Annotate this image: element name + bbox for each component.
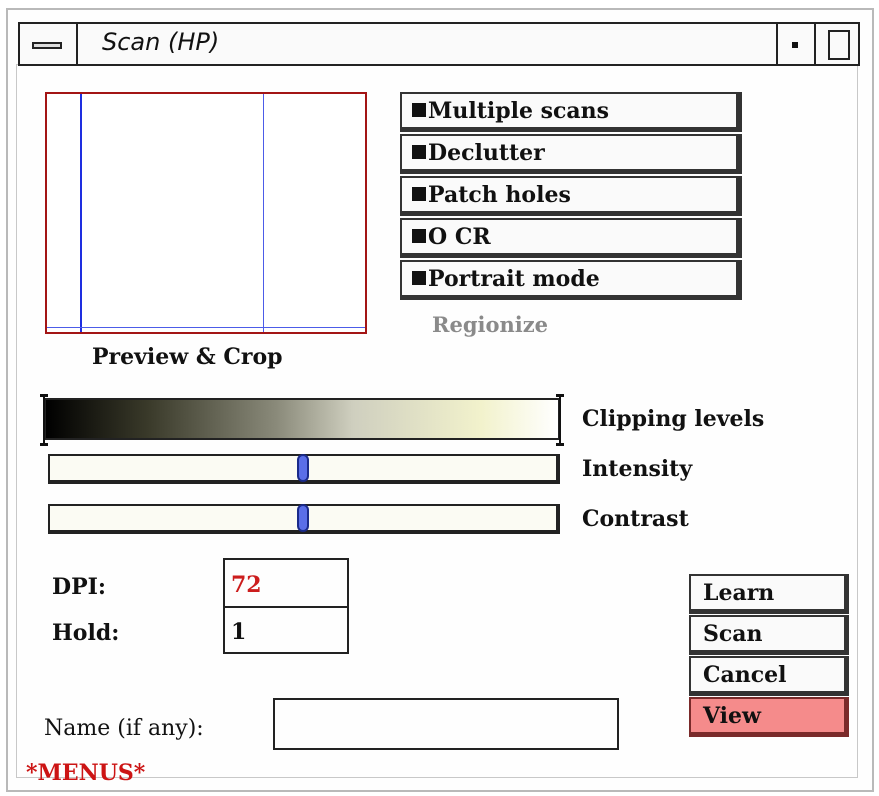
window-menu-button[interactable] <box>20 24 78 64</box>
clipping-levels-bar[interactable] <box>40 394 564 446</box>
name-label: Name (if any): <box>44 716 204 741</box>
intensity-slider-thumb[interactable] <box>297 454 309 482</box>
minimize-icon <box>792 42 798 48</box>
checkbox-icon <box>412 271 426 285</box>
clip-low-handle[interactable] <box>40 394 48 446</box>
intensity-slider[interactable] <box>48 454 560 484</box>
crop-right-line[interactable] <box>263 94 264 332</box>
scan-button[interactable]: Scan <box>689 615 849 655</box>
clip-high-handle[interactable] <box>556 394 564 446</box>
maximize-icon <box>828 30 850 60</box>
crop-left-line[interactable] <box>80 94 82 332</box>
dpi-label: DPI: <box>52 574 107 600</box>
option-label: Multiple scans <box>428 98 610 124</box>
checkbox-icon <box>412 103 426 117</box>
crop-bottom-line[interactable] <box>47 327 365 328</box>
contrast-label: Contrast <box>582 506 689 532</box>
option-multiple-scans[interactable]: Multiple scans <box>400 92 742 132</box>
checkbox-icon <box>412 145 426 159</box>
learn-button[interactable]: Learn <box>689 574 849 614</box>
title-bar[interactable]: Scan (HP) <box>18 22 860 66</box>
dpi-field[interactable]: 72 <box>223 558 349 608</box>
checkbox-icon <box>412 229 426 243</box>
option-label: O CR <box>428 224 491 250</box>
window-menu-icon <box>32 42 62 49</box>
option-declutter[interactable]: Declutter <box>400 134 742 174</box>
option-ocr[interactable]: O CR <box>400 218 742 258</box>
preview-crop-area[interactable] <box>45 92 367 334</box>
checkbox-icon <box>412 187 426 201</box>
preview-label: Preview & Crop <box>92 344 283 370</box>
hold-label: Hold: <box>52 620 120 646</box>
option-portrait-mode[interactable]: Portrait mode <box>400 260 742 300</box>
hold-field[interactable]: 1 <box>223 606 349 654</box>
maximize-button[interactable] <box>818 24 858 64</box>
option-label: Patch holes <box>428 182 571 208</box>
intensity-label: Intensity <box>582 456 693 482</box>
option-label: Declutter <box>428 140 545 166</box>
contrast-slider-thumb[interactable] <box>297 504 309 532</box>
menus-label[interactable]: *MENUS* <box>26 760 145 786</box>
actions-group: Learn Scan Cancel View <box>689 574 849 738</box>
cancel-button[interactable]: Cancel <box>689 656 849 696</box>
name-field[interactable] <box>273 698 619 750</box>
option-patch-holes[interactable]: Patch holes <box>400 176 742 216</box>
regionize-button[interactable]: Regionize <box>432 312 548 337</box>
clipping-levels-label: Clipping levels <box>582 406 765 432</box>
window-title: Scan (HP) <box>102 28 220 56</box>
option-label: Portrait mode <box>428 266 600 292</box>
options-group: Multiple scans Declutter Patch holes O C… <box>400 92 742 302</box>
view-button[interactable]: View <box>689 697 849 737</box>
contrast-slider[interactable] <box>48 504 560 534</box>
minimize-button[interactable] <box>776 24 816 64</box>
